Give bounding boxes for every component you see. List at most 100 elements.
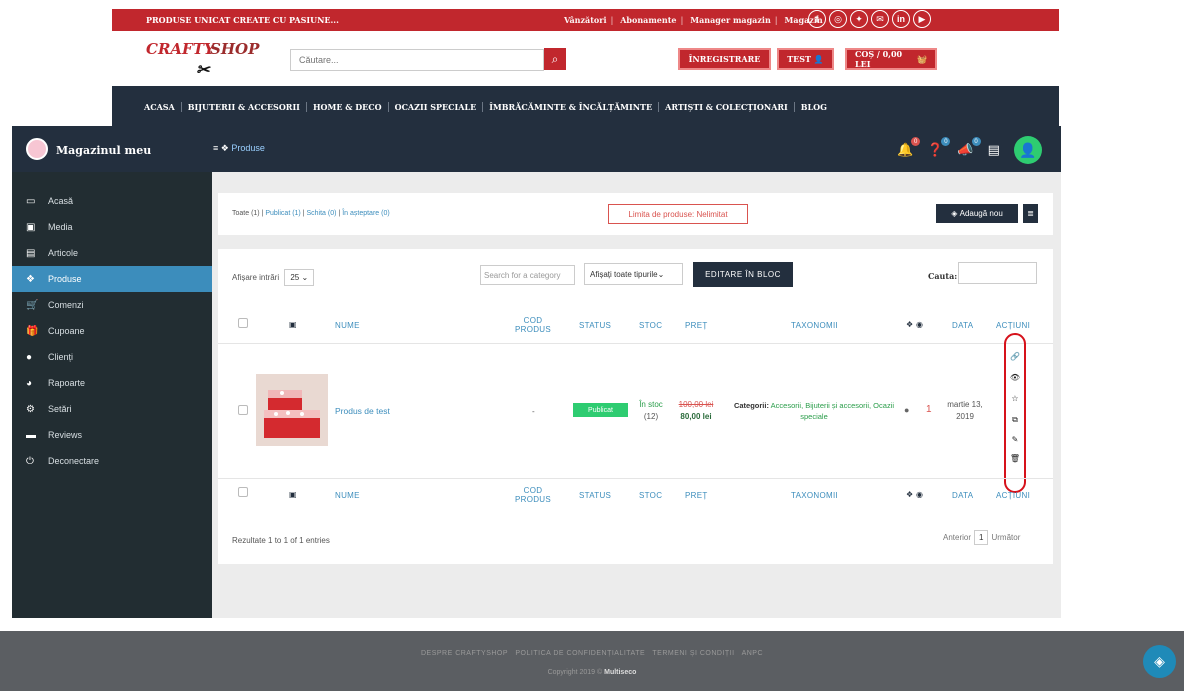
sidebar-item-rapoarte[interactable]: ◕ Rapoarte <box>12 370 212 396</box>
search-input[interactable] <box>290 49 544 71</box>
views-count: 1 <box>926 404 932 415</box>
top-bar: PRODUSE UNICAT CREATE CU PASIUNE... Vânz… <box>0 0 1184 36</box>
nav-item-acasa[interactable]: ACASA <box>138 102 182 112</box>
user-avatar[interactable]: 👤 <box>1013 136 1042 164</box>
filter-published[interactable]: Publicat (1) <box>265 210 300 217</box>
bulk-edit-button[interactable]: EDITARE ÎN BLOC <box>693 262 793 287</box>
sidebar-item-deconectare[interactable]: ⏻ Deconectare <box>12 448 212 474</box>
footer-brand[interactable]: Multiseco <box>604 669 636 676</box>
sidebar-item-media[interactable]: ▣ Media <box>12 214 212 240</box>
status-filters: Toate (1) | Publicat (1) | Schita (0) | … <box>232 210 390 217</box>
page-1[interactable]: 1 <box>974 530 989 545</box>
nav-item-imbracaminte[interactable]: ÎMBRĂCĂMINTE & ÎNCĂLȚĂMINTE <box>483 102 660 112</box>
sidebar-item-acasa[interactable]: ▭ Acasă <box>12 188 212 214</box>
bell-icon[interactable]: 🔔 0 <box>897 137 921 158</box>
account-button[interactable]: TEST 👤 <box>777 48 834 70</box>
category-select[interactable]: Search for a category <box>480 265 575 285</box>
product-code: - <box>532 407 535 416</box>
footer-link-privacy[interactable]: POLITICA DE CONFIDENȚIALITATE <box>515 650 645 657</box>
col-stock-bottom[interactable]: STOC <box>639 491 662 500</box>
link-manager-magazin[interactable]: Manager magazin <box>690 15 771 25</box>
col-date-bottom[interactable]: DATA <box>952 491 973 500</box>
col-status-bottom[interactable]: STATUS <box>579 491 611 500</box>
col-name[interactable]: NUME <box>335 321 360 330</box>
youtube-icon[interactable]: ▶ <box>913 10 931 28</box>
monitor-icon: ▭ <box>26 195 36 207</box>
entries-select[interactable]: 25 ⌄ <box>284 269 315 286</box>
add-new-button[interactable]: ◈ Adaugă nou <box>936 204 1018 223</box>
nav-item-artisti[interactable]: ARTIȘTI & COLECȚIONARI <box>659 102 795 112</box>
footer-link-about[interactable]: DESPRE CRAFTYSHOP <box>421 650 508 657</box>
edit-icon[interactable]: ✎ <box>1009 435 1021 447</box>
pagination: Anterior 1 Următor <box>943 530 1020 545</box>
col-taxonomy-bottom[interactable]: TAXONOMII <box>791 491 838 500</box>
sidebar-item-clienti[interactable]: ● Clienți <box>12 344 212 370</box>
link-vanzatori[interactable]: Vânzători <box>564 15 606 25</box>
menu-toggle-icon[interactable]: ≡ <box>213 143 218 153</box>
col-name-bottom[interactable]: NUME <box>335 491 360 500</box>
copy-icon[interactable]: ⧉ <box>1009 415 1021 427</box>
col-code[interactable]: COD PRODUS <box>508 316 558 334</box>
twitter-icon[interactable]: ✦ <box>850 10 868 28</box>
megaphone-icon[interactable]: 📣 0 <box>957 137 981 158</box>
sidebar-item-setari[interactable]: ⚙ Setări <box>12 396 212 422</box>
search-icon: ⌕ <box>551 51 559 66</box>
product-name-link[interactable]: Produs de test <box>335 406 390 416</box>
sidebar-item-produse[interactable]: ❖ Produse <box>12 266 212 292</box>
col-code-bottom[interactable]: COD PRODUS <box>508 486 558 504</box>
sidebar-item-comenzi[interactable]: 🛒 Comenzi <box>12 292 212 318</box>
prev-page[interactable]: Anterior <box>943 533 971 542</box>
filter-pending[interactable]: În așteptare (0) <box>342 210 389 217</box>
product-type-select[interactable]: Afișați toate tipurile⌄ <box>584 263 683 285</box>
col-price[interactable]: PREȚ <box>685 321 708 330</box>
eye-icon[interactable]: 👁 <box>1009 373 1021 385</box>
sidebar-title[interactable]: Magazinul meu <box>56 144 151 157</box>
star-icon[interactable]: ☆ <box>1009 394 1021 406</box>
more-options-button[interactable]: ≣ <box>1023 204 1038 223</box>
link-icon[interactable]: 🔗 <box>1009 352 1021 364</box>
nav-item-bijuterii[interactable]: BIJUTERII & ACCESORII <box>182 102 307 112</box>
email-icon[interactable]: ✉ <box>871 10 889 28</box>
user-icon: ● <box>26 351 33 363</box>
link-abonamente[interactable]: Abonamente <box>620 15 676 25</box>
col-price-bottom[interactable]: PREȚ <box>685 491 708 500</box>
nav-item-home-deco[interactable]: HOME & DECO <box>307 102 389 112</box>
select-all-checkbox[interactable] <box>238 318 248 328</box>
nav-item-blog[interactable]: BLOG <box>795 102 833 112</box>
facebook-icon[interactable]: f <box>808 10 826 28</box>
cart-button[interactable]: COȘ / 0,00 LEI 🧺 <box>845 48 937 70</box>
nav-item-ocazii[interactable]: OCAZII SPECIALE <box>389 102 484 112</box>
footer-links: DESPRE CRAFTYSHOP POLITICA DE CONFIDENȚI… <box>0 650 1184 657</box>
trash-icon[interactable]: 🗑 <box>1009 454 1021 466</box>
col-date[interactable]: DATA <box>952 321 973 330</box>
table-search-input[interactable] <box>958 262 1037 284</box>
footer-link-terms[interactable]: TERMENI ȘI CONDIȚII <box>652 650 734 657</box>
next-page[interactable]: Următor <box>991 533 1020 542</box>
pie-chart-icon: ◕ <box>26 377 33 389</box>
sidebar-item-articole[interactable]: ▤ Articole <box>12 240 212 266</box>
help-icon[interactable]: ❓ 0 <box>927 137 951 158</box>
top-promo-bar: PRODUSE UNICAT CREATE CU PASIUNE... Vânz… <box>112 9 1059 31</box>
filter-all[interactable]: Toate (1) <box>232 210 260 217</box>
sidebar-item-cupoane[interactable]: 🎁 Cupoane <box>12 318 212 344</box>
register-button[interactable]: ÎNREGISTRARE <box>678 48 771 70</box>
site-logo[interactable]: CRAFTY SHOP ✂ <box>146 40 266 80</box>
product-thumbnail[interactable] <box>256 374 328 446</box>
price-cell: 100,00 lei 80,00 lei <box>678 400 714 421</box>
chat-fab-button[interactable]: ◈ <box>1143 645 1176 678</box>
col-taxonomy[interactable]: TAXONOMII <box>791 321 838 330</box>
row-checkbox[interactable] <box>238 405 248 415</box>
col-status[interactable]: STATUS <box>579 321 611 330</box>
cube-icon: ◈ <box>1154 653 1165 669</box>
product-limit-badge: Limita de produse: Nelimitat <box>608 204 748 224</box>
filter-draft[interactable]: Schita (0) <box>307 210 337 217</box>
search-button[interactable]: ⌕ <box>544 48 566 70</box>
select-all-checkbox-bottom[interactable] <box>238 487 248 497</box>
breadcrumb: ≡ ❖ Produse <box>213 143 265 154</box>
sidebar-item-reviews[interactable]: ▬ Reviews <box>12 422 212 448</box>
instagram-icon[interactable]: ◎ <box>829 10 847 28</box>
col-stock[interactable]: STOC <box>639 321 662 330</box>
footer-link-anpc[interactable]: ANPC <box>742 650 763 657</box>
list-icon[interactable]: ▤ <box>988 142 1000 158</box>
linkedin-icon[interactable]: in <box>892 10 910 28</box>
